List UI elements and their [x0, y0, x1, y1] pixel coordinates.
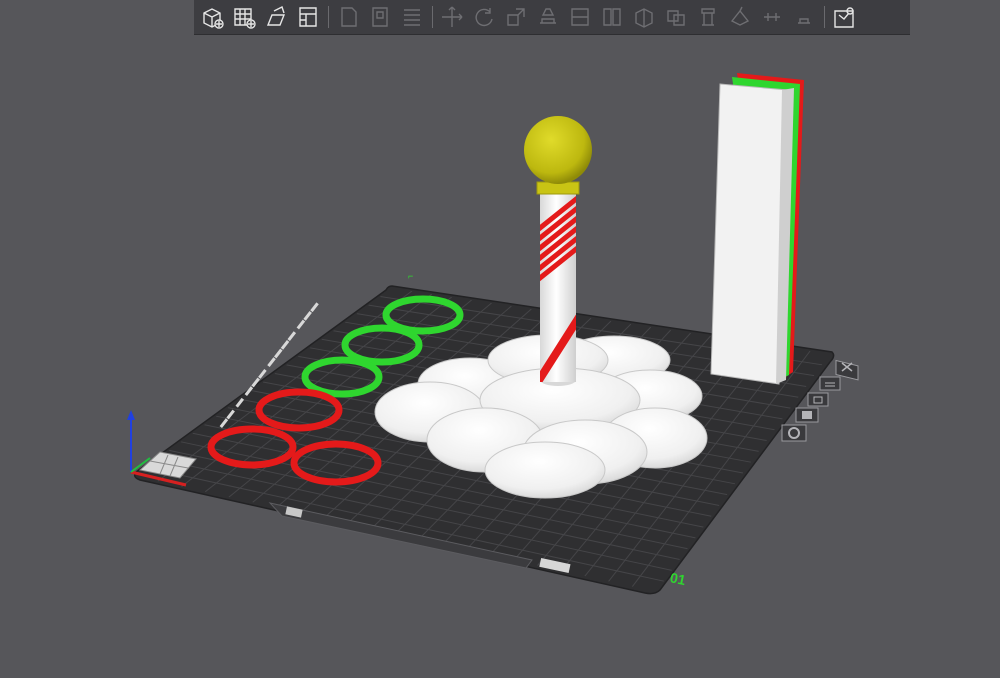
plate-arrange-button[interactable] [819, 376, 841, 391]
plate-settings-button[interactable] [781, 424, 807, 442]
plate-orient-button[interactable] [795, 407, 819, 423]
plate-lock-button[interactable] [807, 392, 829, 407]
plate-axis-marker: ⌐ [408, 271, 413, 281]
orient-icon [802, 411, 812, 419]
3d-viewport[interactable]: ▬▬ ▬ ▬▬▬ ▬▬▬▬ ▬▬▬ 01 ⌐ [0, 0, 1000, 678]
plate-number: 01 [669, 569, 688, 588]
wipe-tower[interactable] [710, 73, 804, 385]
